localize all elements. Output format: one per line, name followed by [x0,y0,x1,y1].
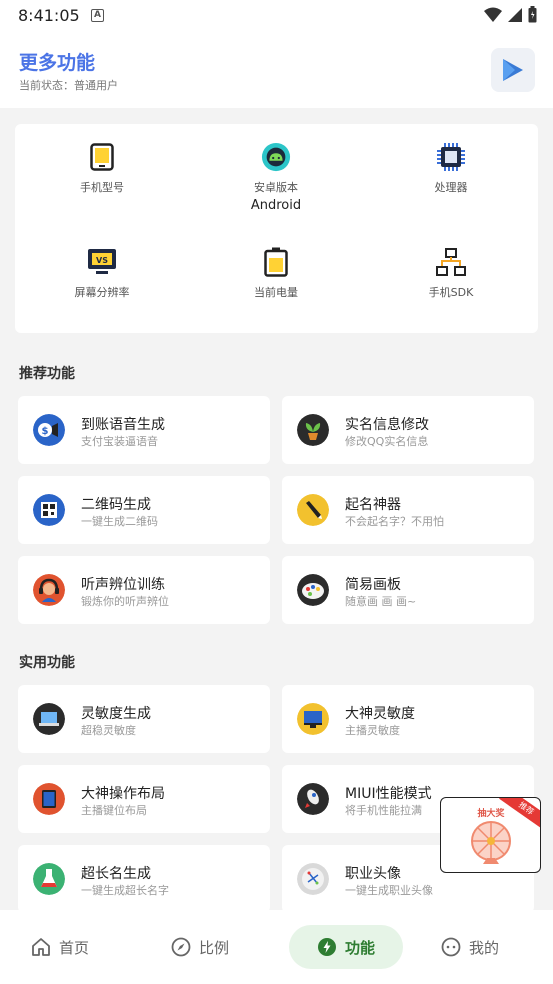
info-android-version[interactable]: 安卓版本 Android [196,142,356,213]
feature-card-sensitivity[interactable]: 灵敏度生成 超稳灵敏度 [18,685,270,753]
page-title: 更多功能 [19,52,96,74]
android-icon [261,142,291,172]
info-battery[interactable]: 当前电量 [196,247,356,303]
tab-label: 比例 [198,938,229,957]
info-label: 手机SDK [428,286,474,299]
feature-subtitle: 支付宝装逼语音 [81,435,158,448]
laptop-icon [33,703,65,735]
feature-subtitle: 不会起名字？不用怕 [345,515,444,528]
feature-card-realname[interactable]: 实名信息修改 修改QQ实名信息 [282,396,534,464]
feature-card-layout[interactable]: 大神操作布局 主播键位布局 [18,765,270,833]
lucky-draw-widget[interactable]: 抽大奖 推荐 [440,797,541,873]
user-status: 当前状态：普通用户 [19,79,118,92]
signal-icon [508,7,522,22]
feature-subtitle: 一键生成职业头像 [345,884,433,897]
pen-icon [297,494,329,526]
play-button[interactable] [491,48,535,92]
feature-card-drawing[interactable]: 简易画板 随意画 画 画~ [282,556,534,624]
section-title-recommended: 推荐功能 [19,366,75,382]
tab-label: 功能 [344,938,375,957]
feature-subtitle: 一键生成超长名字 [81,884,169,897]
info-label: 安卓版本 [254,181,298,194]
info-label: 手机型号 [80,181,124,194]
section-title-practical: 实用功能 [19,655,75,671]
feature-card-voice[interactable]: $ 到账语音生成 支付宝装逼语音 [18,396,270,464]
wifi-icon [484,7,502,22]
feature-title: 职业头像 [345,866,401,882]
info-label: 屏幕分辨率 [74,286,130,299]
feature-card-naming[interactable]: 起名神器 不会起名字？不用怕 [282,476,534,544]
sdk-icon [436,247,466,277]
desktop-icon [297,703,329,735]
tab-features[interactable]: 功能 [289,925,403,969]
info-processor[interactable]: 处理器 [371,142,531,198]
feature-title: 二维码生成 [81,497,151,513]
feature-card-pro-sensitivity[interactable]: 大神灵敏度 主播灵敏度 [282,685,534,753]
tablet-icon [33,783,65,815]
feature-title: 实名信息修改 [345,417,429,433]
headphone-icon [33,574,65,606]
feature-subtitle: 主播键位布局 [81,804,147,817]
rocket-icon [297,783,329,815]
feature-subtitle: 主播灵敏度 [345,724,400,737]
cpu-icon [436,142,466,172]
feature-subtitle: 一键生成二维码 [81,515,158,528]
info-label: 处理器 [434,181,468,194]
plant-icon [297,414,329,446]
phone-icon [87,142,117,172]
info-label: 当前电量 [254,286,298,299]
face-icon [441,937,461,957]
avatar-icon [297,863,329,895]
feature-title: 到账语音生成 [81,417,165,433]
prize-wheel-icon [471,821,511,864]
battery-icon [261,247,291,277]
tab-mine[interactable]: 我的 [430,925,510,969]
feature-title: 大神操作布局 [81,786,165,802]
flask-icon [33,863,65,895]
feature-subtitle: 超稳灵敏度 [81,724,136,737]
feature-title: 超长名生成 [81,866,151,882]
status-bar: 8:41:05 A [0,0,553,32]
feature-title: 起名神器 [345,497,401,513]
svg-text:VS: VS [96,256,108,265]
feature-title: 大神灵敏度 [345,706,415,722]
bolt-icon [317,938,336,956]
feature-title: MIUI性能模式 [345,786,432,802]
feature-card-longname[interactable]: 超长名生成 一键生成超长名字 [18,845,270,913]
bottom-nav: 首页 比例 功能 我的 [0,910,553,984]
feature-title: 灵敏度生成 [81,706,151,722]
app-header: 更多功能 当前状态：普通用户 [0,32,553,108]
tab-home[interactable]: 首页 [20,925,100,969]
tab-label: 首页 [58,938,89,957]
info-value: Android [250,198,302,213]
feature-subtitle: 修改QQ实名信息 [345,435,429,448]
feature-title: 听声辨位训练 [81,577,165,593]
feature-card-sound[interactable]: 听声辨位训练 锻炼你的听声辨位 [18,556,270,624]
home-icon [32,938,50,956]
qrcode-icon [33,494,65,526]
palette-icon [297,574,329,606]
svg-text:$: $ [42,426,49,437]
info-sdk[interactable]: 手机SDK [371,247,531,303]
status-time: 8:41:05 [18,6,80,25]
info-phone-model[interactable]: 手机型号 [22,142,182,198]
battery-status-icon [528,6,537,23]
status-icons [484,6,537,23]
play-store-icon [503,59,523,81]
device-info-card: 手机型号 安卓版本 Android 处理器 VS 屏幕分辨率 当前电量 手机SD… [15,124,538,333]
feature-subtitle: 锻炼你的听声辨位 [81,595,169,608]
money-voice-icon: $ [33,414,65,446]
monitor-icon: VS [87,247,117,277]
feature-card-qrcode[interactable]: 二维码生成 一键生成二维码 [18,476,270,544]
tab-ratio[interactable]: 比例 [155,925,245,969]
feature-title: 简易画板 [345,577,401,593]
tab-label: 我的 [468,938,499,957]
info-screen-resolution[interactable]: VS 屏幕分辨率 [22,247,182,303]
notification-icon: A [91,9,104,22]
feature-subtitle: 将手机性能拉满 [345,804,422,817]
compass-icon [171,937,191,957]
feature-subtitle: 随意画 画 画~ [345,595,417,608]
